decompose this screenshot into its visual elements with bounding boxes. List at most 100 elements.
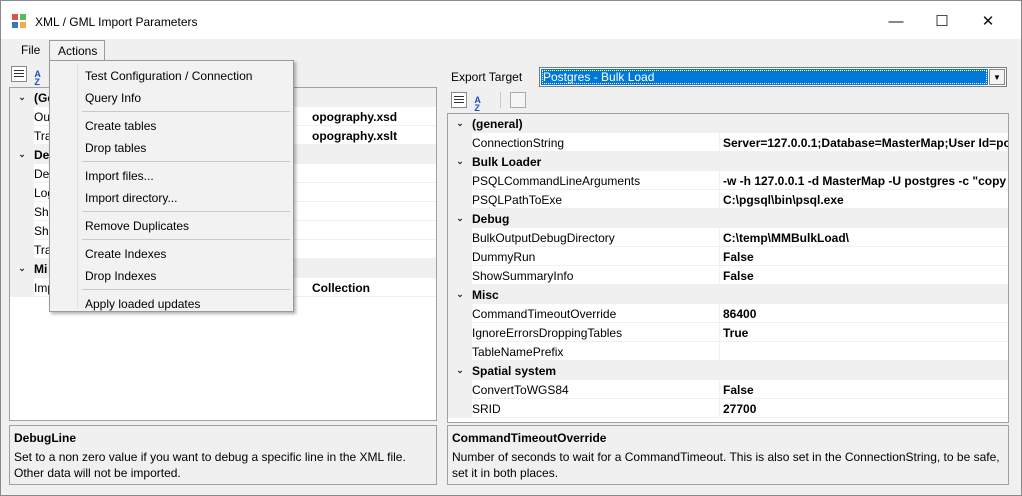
category-row[interactable]: ⌄ Bulk Loader <box>448 152 1008 171</box>
property-row[interactable]: PSQLPathToExe C:\pgsql\bin\psql.exe <box>448 190 1008 209</box>
property-row[interactable]: BulkOutputDebugDirectory C:\temp\MMBulkLo… <box>448 228 1008 247</box>
row-gutter <box>448 380 472 399</box>
chevron-down-icon[interactable]: ▼ <box>989 69 1005 85</box>
collapse-chevron-icon[interactable]: ⌄ <box>448 209 472 228</box>
left-help-panel: DebugLine Set to a non zero value if you… <box>9 425 437 485</box>
property-value[interactable]: False <box>720 266 1008 285</box>
row-gutter <box>10 202 34 221</box>
property-value[interactable]: C:\temp\MMBulkLoad\ <box>720 228 1008 247</box>
property-row[interactable]: ConnectionString Server=127.0.0.1;Databas… <box>448 133 1008 152</box>
minimize-button[interactable]: — <box>873 1 919 41</box>
property-value[interactable] <box>292 240 436 259</box>
property-value[interactable]: C:\pgsql\bin\psql.exe <box>720 190 1008 209</box>
property-row[interactable]: TableNamePrefix <box>448 342 1008 361</box>
right-help-panel: CommandTimeoutOverride Number of seconds… <box>447 425 1009 485</box>
category-label: (general) <box>472 117 523 131</box>
property-value[interactable] <box>720 342 1008 361</box>
property-row[interactable]: ShowSummaryInfo False <box>448 266 1008 285</box>
toolbar-separator <box>499 92 501 108</box>
maximize-button[interactable]: ☐ <box>919 1 965 41</box>
row-gutter <box>448 171 472 190</box>
app-icon <box>12 14 26 28</box>
menu-bar: File Actions <box>1 39 1021 61</box>
menu-item-import-files[interactable]: Import files... <box>52 165 291 187</box>
row-gutter <box>448 342 472 361</box>
menu-separator <box>82 111 290 112</box>
property-row[interactable]: IgnoreErrorsDroppingTables True <box>448 323 1008 342</box>
property-value[interactable]: False <box>720 380 1008 399</box>
property-value[interactable]: 27700 <box>720 399 1008 418</box>
category-label: Bulk Loader <box>472 155 542 169</box>
property-value[interactable]: Server=127.0.0.1;Database=MasterMap;User… <box>720 133 1008 152</box>
menu-item-query-info[interactable]: Query Info <box>52 87 291 109</box>
property-value[interactable]: -w -h 127.0.0.1 -d MasterMap -U postgres… <box>720 171 1008 190</box>
right-grid-toolbar: A Z <box>449 89 528 113</box>
menu-actions[interactable]: Actions <box>49 40 105 60</box>
property-row[interactable]: DummyRun False <box>448 247 1008 266</box>
collapse-chevron-icon[interactable]: ⌄ <box>10 145 34 164</box>
row-gutter <box>448 266 472 285</box>
close-button[interactable]: ✕ <box>965 1 1011 41</box>
category-row[interactable]: ⌄ Spatial system <box>448 361 1008 380</box>
collapse-chevron-icon[interactable]: ⌄ <box>10 259 34 278</box>
alphabetical-sort-icon[interactable]: A Z <box>34 70 50 87</box>
property-row[interactable]: SRID 27700 <box>448 399 1008 418</box>
category-label: De <box>34 148 50 162</box>
property-value[interactable]: opography.xsd <box>292 107 436 126</box>
right-help-text: Number of seconds to wait for a CommandT… <box>452 450 1000 480</box>
collapse-chevron-icon[interactable]: ⌄ <box>448 285 472 304</box>
app-window: XML / GML Import Parameters — ☐ ✕ File A… <box>0 0 1022 496</box>
row-gutter <box>448 247 472 266</box>
property-value[interactable]: 86400 <box>720 304 1008 323</box>
property-row[interactable]: PSQLCommandLineArguments -w -h 127.0.0.1 … <box>448 171 1008 190</box>
row-gutter <box>10 164 34 183</box>
collapse-chevron-icon[interactable]: ⌄ <box>448 361 472 380</box>
right-property-grid: ⌄ (general) ConnectionString Server=127.0.0… <box>447 113 1009 423</box>
menu-item-drop-indexes[interactable]: Drop Indexes <box>52 265 291 287</box>
menu-item-remove-duplicates[interactable]: Remove Duplicates <box>52 215 291 237</box>
property-row[interactable]: ConvertToWGS84 False <box>448 380 1008 399</box>
property-value[interactable] <box>292 183 436 202</box>
property-value[interactable] <box>292 202 436 221</box>
row-gutter <box>448 133 472 152</box>
category-row[interactable]: ⌄ (general) <box>448 114 1008 133</box>
category-row[interactable]: ⌄ Debug <box>448 209 1008 228</box>
menu-file[interactable]: File <box>13 40 48 60</box>
property-value[interactable]: False <box>720 247 1008 266</box>
property-value[interactable] <box>292 221 436 240</box>
collapse-chevron-icon[interactable]: ⌄ <box>10 88 34 107</box>
property-name: TableNamePrefix <box>472 342 720 361</box>
menu-separator <box>82 289 290 290</box>
menu-item-create-indexes[interactable]: Create Indexes <box>52 243 291 265</box>
property-row[interactable]: CommandTimeoutOverride 86400 <box>448 304 1008 323</box>
export-target-select[interactable]: Postgres - Bulk Load ▼ <box>539 67 1007 87</box>
menu-item-drop-tables[interactable]: Drop tables <box>52 137 291 159</box>
row-gutter <box>448 323 472 342</box>
menu-item-create-tables[interactable]: Create tables <box>52 115 291 137</box>
property-value[interactable] <box>292 164 436 183</box>
property-value[interactable]: True <box>720 323 1008 342</box>
row-gutter <box>10 126 34 145</box>
title-bar[interactable]: XML / GML Import Parameters — ☐ ✕ <box>1 1 1021 41</box>
menu-item-apply-loaded-updates[interactable]: Apply loaded updates <box>52 293 291 315</box>
menu-item-test-configuration[interactable]: Test Configuration / Connection <box>52 65 291 87</box>
left-grid-toolbar: A Z <box>9 63 52 87</box>
menu-separator <box>82 211 290 212</box>
property-name: PSQLCommandLineArguments <box>472 171 720 190</box>
row-gutter <box>10 107 34 126</box>
categorized-view-icon[interactable] <box>451 92 467 108</box>
property-name: ConvertToWGS84 <box>472 380 720 399</box>
menu-separator <box>82 161 290 162</box>
collapse-chevron-icon[interactable]: ⌄ <box>448 152 472 171</box>
property-name: BulkOutputDebugDirectory <box>472 228 720 247</box>
category-row[interactable]: ⌄ Misc <box>448 285 1008 304</box>
category-label: Mi <box>34 262 48 276</box>
property-pages-icon[interactable] <box>510 92 527 108</box>
alphabetical-sort-icon[interactable]: A Z <box>474 96 490 113</box>
menu-item-import-directory[interactable]: Import directory... <box>52 187 291 209</box>
property-value[interactable]: opography.xslt <box>292 126 436 145</box>
collapse-chevron-icon[interactable]: ⌄ <box>448 114 472 133</box>
actions-dropdown-menu: Test Configuration / Connection Query In… <box>49 60 294 312</box>
categorized-view-icon[interactable] <box>11 66 27 82</box>
property-value[interactable]: Collection <box>292 278 436 297</box>
